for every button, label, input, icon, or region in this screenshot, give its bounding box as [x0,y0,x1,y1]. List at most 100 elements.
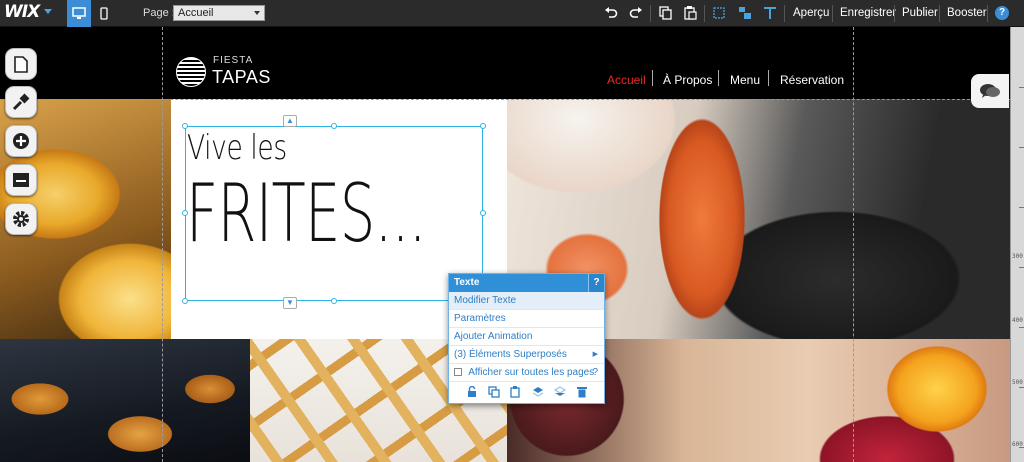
add-button[interactable] [5,125,37,157]
toolbar-divider [939,5,940,22]
mobile-icon [100,7,108,20]
settings-icon [13,211,29,227]
toolbar-divider [894,5,895,22]
resize-handle[interactable] [182,298,188,304]
copy-icon [658,6,672,20]
show-on-all-pages-help[interactable]: ? [592,364,598,382]
copy-button[interactable] [656,4,674,22]
resize-handle[interactable] [331,123,337,129]
mobile-view-button[interactable] [94,0,114,27]
edit-text-item[interactable]: Modifier Texte [449,292,604,310]
undo-button[interactable] [602,4,620,22]
site-header: FIESTA TAPAS Accueil À Propos Menu Réser… [0,39,1010,99]
help-icon[interactable]: ? [995,6,1009,20]
redo-button[interactable] [627,4,645,22]
publish-button[interactable]: Publier [902,7,938,19]
overlapping-elements-label: (3) Éléments Superposés [454,349,567,360]
ruler-label: 600 [1012,441,1023,448]
copy-icon[interactable] [509,385,523,399]
gridlines-icon [713,7,725,19]
wix-logo[interactable]: WIX [4,2,40,22]
settings-button[interactable] [5,203,37,235]
duplicate-icon[interactable] [487,385,501,399]
nav-item-accueil[interactable]: Accueil [607,73,646,87]
chevron-right-icon: ▶ [592,351,598,358]
anchor-top-icon[interactable]: ▲ [283,115,297,127]
site-canvas: FIESTA TAPAS Accueil À Propos Menu Réser… [0,27,1010,462]
context-panel-title: Texte [454,277,480,288]
add-icon [13,133,29,149]
lock-icon[interactable] [465,385,479,399]
layout-guide [0,99,1010,100]
page-selector[interactable]: Accueil [173,5,265,21]
mussels-photo[interactable] [0,339,250,462]
booster-button[interactable]: Booster [947,7,987,19]
wix-menu-caret-icon[interactable] [44,9,52,14]
chat-button[interactable] [971,74,1009,108]
page-label: Page : [143,7,175,19]
context-help-button[interactable]: ? [588,274,604,292]
nav-item-a-propos[interactable]: À Propos [663,73,712,87]
site-logo-text: TAPAS [212,67,271,87]
design-button[interactable] [5,86,37,118]
site-logo-small-text: FIESTA [213,55,254,66]
snap-button[interactable] [736,4,754,22]
toolbar-toggle-button[interactable] [761,4,779,22]
paste-button[interactable] [681,4,699,22]
context-panel-toolbar [449,382,604,402]
overlapping-elements-item[interactable]: (3) Éléments Superposés ▶ [449,346,604,364]
save-button[interactable]: Enregistrer [840,7,896,19]
ruler-tick [1019,87,1024,88]
show-on-all-pages-checkbox[interactable] [454,368,462,376]
add-animation-item[interactable]: Ajouter Animation [449,328,604,346]
preview-button[interactable]: Aperçu [793,7,829,19]
resize-handle[interactable] [182,210,188,216]
nav-divider [718,70,719,86]
redo-icon [629,7,642,18]
bring-forward-icon[interactable] [531,385,545,399]
ruler-tick [1019,267,1024,268]
show-on-all-pages-item[interactable]: Afficher sur toutes les pages ? [449,364,604,382]
app-market-button[interactable] [5,164,37,196]
resize-handle[interactable] [182,123,188,129]
ruler-tick [1019,207,1024,208]
ruler-tick [1019,327,1024,328]
text-context-panel: Texte ? Modifier Texte Paramètres Ajoute… [448,273,605,404]
send-backward-icon[interactable] [553,385,567,399]
desktop-icon [72,7,86,19]
anchor-bottom-icon[interactable]: ▼ [283,297,297,309]
page-selector-value: Accueil [178,7,214,19]
pages-icon [14,55,28,73]
toolbar-divider [650,5,651,22]
pages-button[interactable] [5,48,37,80]
site-logo-icon[interactable] [176,57,206,87]
resize-handle[interactable] [480,210,486,216]
nav-divider [768,70,769,86]
vertical-ruler: 300 400 500 600 [1010,27,1024,462]
resize-handle[interactable] [331,298,337,304]
ruler-label: 400 [1012,317,1023,324]
app-market-icon [13,173,29,187]
snap-icon [739,7,751,19]
layout-guide [853,27,854,462]
design-icon [12,93,30,111]
toolbar-divider [987,5,988,22]
desktop-view-button[interactable] [67,0,91,27]
resize-handle[interactable] [480,123,486,129]
chevron-down-icon [254,11,260,15]
ruler-tick [1019,387,1024,388]
ruler-tick [1019,147,1024,148]
toolbar-divider [832,5,833,22]
paste-icon [683,6,697,20]
delete-icon[interactable] [575,385,589,399]
undo-icon [605,7,618,18]
settings-item[interactable]: Paramètres [449,310,604,328]
selection-frame[interactable] [185,126,483,301]
toolbar-icon [764,7,776,19]
toolbar-divider [704,5,705,22]
nav-item-menu[interactable]: Menu [730,73,760,87]
gridlines-button[interactable] [710,4,728,22]
chat-bubble-icon [980,84,1000,98]
nav-item-reservation[interactable]: Réservation [780,73,844,87]
context-panel-header: Texte ? [449,274,604,292]
